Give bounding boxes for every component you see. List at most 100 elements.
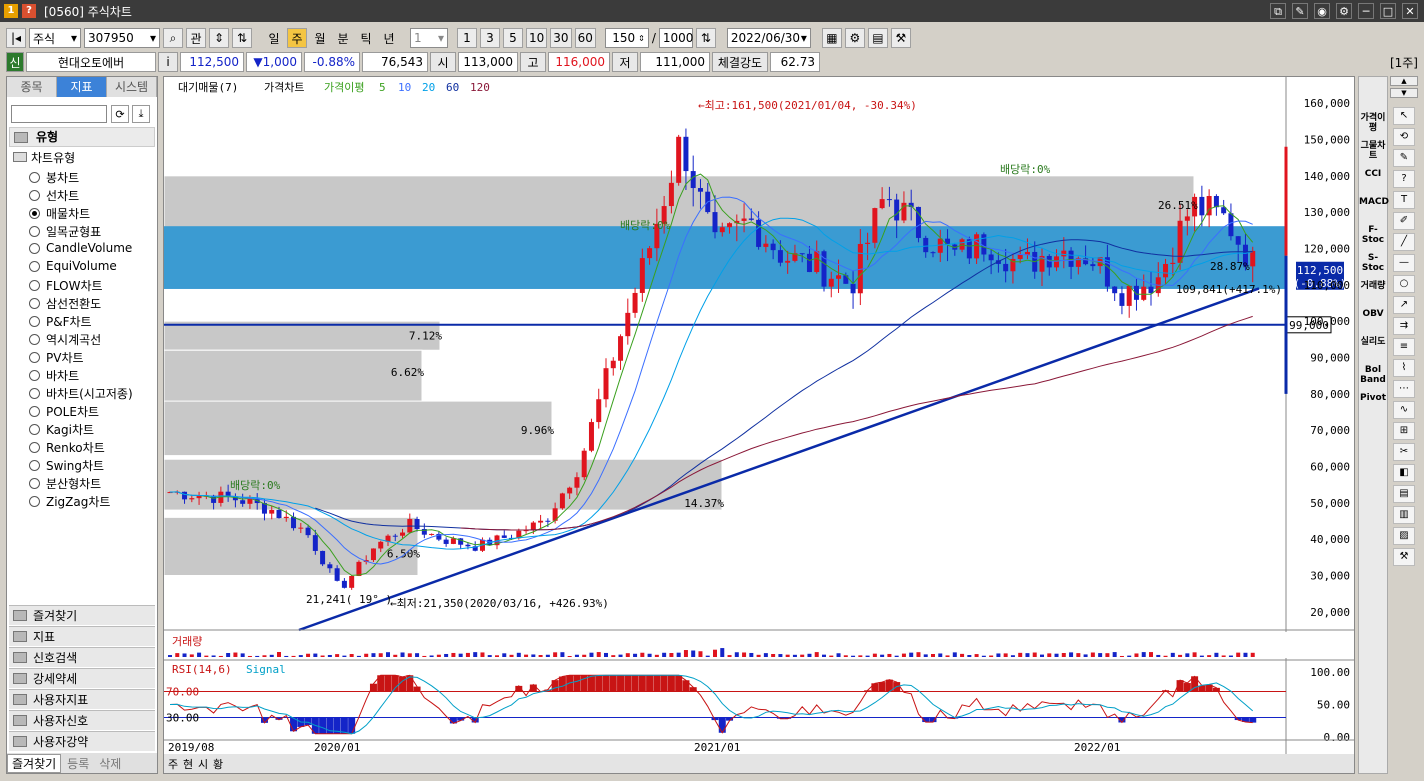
quick-10[interactable]: 10	[526, 28, 548, 48]
draw-tool-icon[interactable]: ⟲	[1393, 128, 1415, 146]
radio-icon[interactable]	[29, 442, 40, 453]
info-icon[interactable]: i	[158, 52, 178, 72]
draw-tool-icon[interactable]: ⊞	[1393, 422, 1415, 440]
draw-tool-icon[interactable]: ✎	[1393, 149, 1415, 167]
market-select[interactable]: 주식 ▾	[29, 28, 81, 48]
radio-icon[interactable]	[29, 226, 40, 237]
chart-type-item[interactable]: FLOW차트	[29, 277, 103, 294]
folder-item[interactable]: 강세약세	[9, 668, 155, 688]
indicator-shortcut[interactable]: 그물차트	[1359, 137, 1387, 161]
radio-icon[interactable]	[29, 172, 40, 183]
date-select[interactable]: 2022/06/30 ▾	[726, 28, 811, 48]
radio-icon[interactable]	[29, 352, 40, 363]
draw-tool-icon[interactable]: ∿	[1393, 401, 1415, 419]
favorites-tab[interactable]: 즐겨찾기	[7, 753, 62, 773]
minimize-button[interactable]: ─	[1358, 3, 1374, 19]
indicator-shortcut[interactable]: Bol Band	[1359, 361, 1387, 385]
period-year[interactable]: 년	[379, 28, 399, 48]
search-icon[interactable]: ⌕	[163, 28, 183, 48]
code-input[interactable]: 307950 ▾	[84, 28, 160, 48]
radio-icon[interactable]	[29, 370, 40, 381]
quick-1[interactable]: 1	[457, 28, 477, 48]
draw-tool-icon[interactable]: ╱	[1393, 233, 1415, 251]
chart-type-item[interactable]: 삼선전환도	[29, 295, 101, 312]
tab-system[interactable]: 시스템	[107, 77, 157, 97]
folder-item[interactable]: 사용자강약	[9, 731, 155, 751]
close-button[interactable]: ✕	[1402, 3, 1418, 19]
prev-icon[interactable]: |◂	[6, 28, 26, 48]
folder-item[interactable]: 사용자지표	[9, 689, 155, 709]
chart-type-item[interactable]: 바차트(시고저종)	[29, 385, 133, 402]
folder-item[interactable]: 즐겨찾기	[9, 605, 155, 625]
section-type[interactable]: 유형	[9, 127, 155, 147]
indicator-shortcut[interactable]: F-Stoc	[1359, 221, 1387, 245]
indicator-shortcut[interactable]: 가격이평	[1359, 109, 1387, 133]
radio-icon[interactable]	[29, 460, 40, 471]
sort-icon[interactable]: ⇕	[209, 28, 229, 48]
chart-type-item[interactable]: ZigZag차트	[29, 493, 110, 510]
period-week[interactable]: 주	[287, 28, 307, 48]
chart-type-item[interactable]: EquiVolume	[29, 259, 117, 273]
delete-button[interactable]: 삭제	[95, 755, 125, 772]
link-icon[interactable]: ⧉	[1270, 3, 1286, 19]
draw-tool-icon[interactable]: ?	[1393, 170, 1415, 188]
refresh-icon[interactable]: ⟳	[111, 105, 129, 123]
chart-type-item[interactable]: 일목균형표	[29, 223, 101, 240]
radio-icon[interactable]	[29, 478, 40, 489]
right-scroll[interactable]: ▲ ▼	[1390, 76, 1418, 100]
radio-icon[interactable]	[29, 208, 40, 219]
draw-tool-icon[interactable]: ⋯	[1393, 380, 1415, 398]
quick-30[interactable]: 30	[550, 28, 572, 48]
register-button[interactable]: 등록	[63, 755, 93, 772]
maximize-button[interactable]: □	[1380, 3, 1396, 19]
folder-item[interactable]: 사용자신호	[9, 710, 155, 730]
radio-icon[interactable]	[29, 190, 40, 201]
radio-icon[interactable]	[29, 242, 40, 254]
chart-type-item[interactable]: 매물차트	[29, 205, 90, 222]
draw-tool-icon[interactable]: —	[1393, 254, 1415, 272]
draw-tool-icon[interactable]: T	[1393, 191, 1415, 209]
draw-tool-icon[interactable]: ◧	[1393, 464, 1415, 482]
chart-icon[interactable]: ▦	[821, 28, 842, 48]
chart-type-item[interactable]: 역시계곡선	[29, 331, 101, 348]
subsection-chart-type[interactable]: 차트유형	[13, 149, 75, 166]
draw-tool-icon[interactable]: ↗	[1393, 296, 1415, 314]
draw-tool-icon[interactable]: ▤	[1393, 485, 1415, 503]
draw-tool-icon[interactable]: ≡	[1393, 338, 1415, 356]
indicator-shortcut[interactable]: OBV	[1359, 305, 1387, 329]
draw-tool-icon[interactable]: ▥	[1393, 506, 1415, 524]
chart-svg[interactable]: 7.12% 6.62% 9.96% 14.37% 6.50% 대기매물(7) 가격차트 가격이…	[164, 77, 1354, 773]
gwan-button[interactable]: 관	[186, 28, 206, 48]
indicator-shortcut[interactable]: Pivot	[1359, 389, 1387, 413]
chart-type-item[interactable]: P&F차트	[29, 313, 92, 330]
chart-type-item[interactable]: 선차트	[29, 187, 79, 204]
quick-60[interactable]: 60	[574, 28, 596, 48]
radio-icon[interactable]	[29, 406, 40, 417]
stepper-icon[interactable]: ⇅	[695, 28, 716, 48]
chart-type-item[interactable]: 봉차트	[29, 169, 79, 186]
radio-icon[interactable]	[29, 280, 40, 291]
draw-tool-icon[interactable]: ⌇	[1393, 359, 1415, 377]
indicator-shortcut[interactable]: MACD	[1359, 193, 1389, 217]
quick-5[interactable]: 5	[503, 28, 523, 48]
edit-icon[interactable]: ✎	[1292, 3, 1308, 19]
draw-tool-icon[interactable]: ⇉	[1393, 317, 1415, 335]
tools-icon[interactable]: ⚒	[890, 28, 911, 48]
save-icon[interactable]: ▤	[867, 28, 888, 48]
chart-area[interactable]: 7.12% 6.62% 9.96% 14.37% 6.50% 대기매물(7) 가격차트 가격이…	[163, 76, 1355, 774]
chart-type-item[interactable]: CandleVolume	[29, 241, 132, 255]
indicator-shortcut[interactable]: S-Stoc	[1359, 249, 1387, 273]
draw-tool-icon[interactable]: ○	[1393, 275, 1415, 293]
download-icon[interactable]: ⤓	[132, 105, 150, 123]
interval-select[interactable]: 1 ▾	[410, 28, 448, 48]
chart-type-item[interactable]: PV차트	[29, 349, 84, 366]
chart-type-item[interactable]: 바차트	[29, 367, 79, 384]
draw-tool-icon[interactable]: ✐	[1393, 212, 1415, 230]
camera-icon[interactable]: ◉	[1314, 3, 1330, 19]
indicator-search-input[interactable]	[11, 105, 107, 123]
radio-icon[interactable]	[29, 298, 40, 309]
tab-indicator[interactable]: 지표	[57, 77, 107, 97]
draw-tool-icon[interactable]: ▨	[1393, 527, 1415, 545]
radio-icon[interactable]	[29, 334, 40, 345]
folder-item[interactable]: 신호검색	[9, 647, 155, 667]
